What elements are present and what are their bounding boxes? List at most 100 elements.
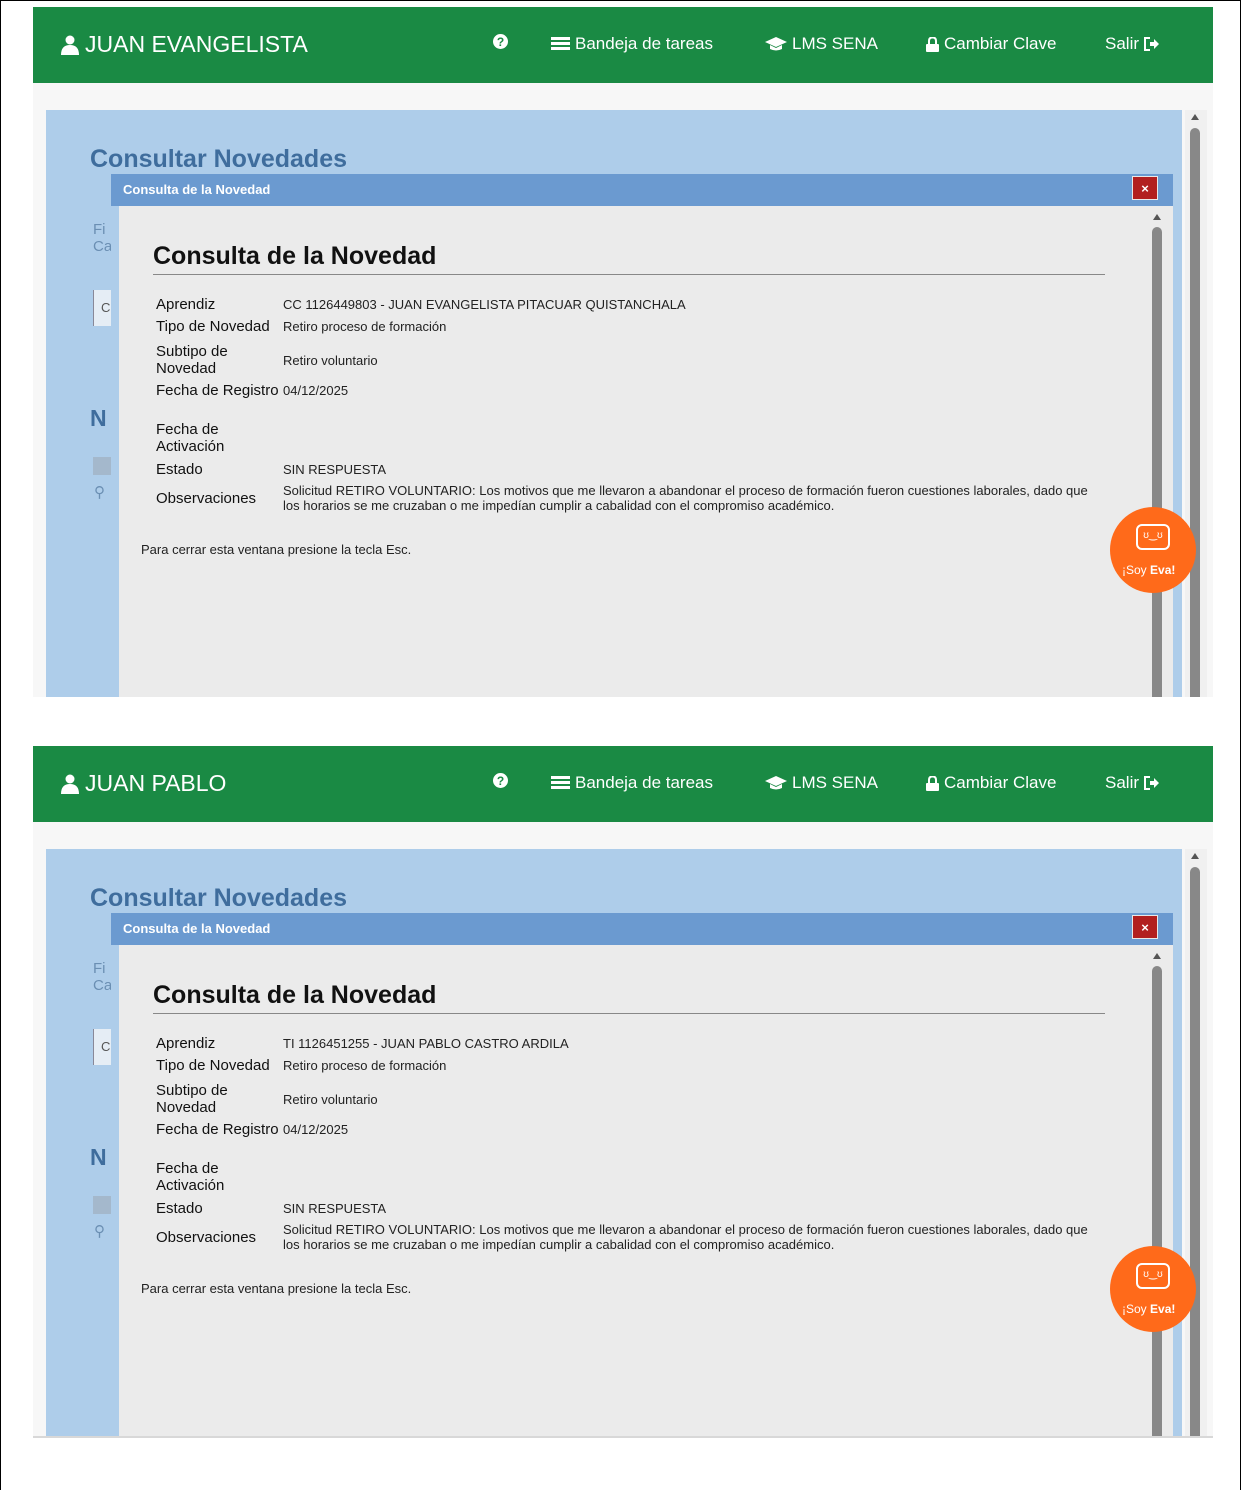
- nav-tasks-label: Bandeja de tareas: [575, 773, 713, 792]
- field-value: 04/12/2025: [283, 383, 349, 398]
- scroll-up-icon[interactable]: [1153, 214, 1161, 220]
- close-icon[interactable]: ×: [1132, 915, 1158, 939]
- help-button[interactable]: ?: [493, 34, 508, 49]
- nav-logout-label: Salir: [1105, 773, 1140, 792]
- question-circle-icon: ?: [493, 34, 508, 49]
- dialog-title: Consulta de la Novedad: [123, 921, 271, 936]
- sign-out-icon: [1144, 37, 1160, 51]
- search-icon: ⚲: [94, 484, 105, 501]
- background-fragment: C: [101, 1039, 111, 1054]
- field-tipo: Tipo de Novedad Retiro proceso de formac…: [156, 318, 1116, 335]
- field-estado: Estado SIN RESPUESTA: [156, 1200, 1116, 1217]
- field-value: SIN RESPUESTA: [283, 462, 387, 477]
- dialog-title: Consulta de la Novedad: [123, 182, 271, 197]
- novedad-dialog: Consulta de la Novedad × Consulta de la …: [111, 174, 1173, 697]
- robot-icon: ʊ‿ʊ: [1136, 524, 1170, 550]
- help-button[interactable]: ?: [493, 773, 508, 788]
- field-label: Observaciones: [156, 1228, 257, 1246]
- field-registro: Fecha de Registro 04/12/2025: [156, 1121, 1116, 1138]
- nav-tasks[interactable]: Bandeja de tareas: [551, 34, 713, 54]
- sign-out-icon: [1144, 776, 1160, 790]
- user-menu[interactable]: JUAN EVANGELISTA: [61, 31, 308, 58]
- user-name: JUAN PABLO: [85, 770, 227, 796]
- field-activacion: Fecha de Activación: [156, 1160, 1116, 1194]
- nav-tasks-label: Bandeja de tareas: [575, 34, 713, 53]
- nav-lms[interactable]: LMS SENA: [765, 773, 878, 793]
- search-icon: ⚲: [94, 1223, 105, 1240]
- field-value: Retiro proceso de formación: [283, 319, 447, 334]
- field-tipo: Tipo de Novedad Retiro proceso de formac…: [156, 1057, 1116, 1074]
- user-name: JUAN EVANGELISTA: [85, 31, 308, 57]
- scroll-thumb[interactable]: [1152, 966, 1162, 1436]
- field-label: Fecha de Activación: [156, 421, 225, 455]
- field-label: Fecha de Activación: [156, 1160, 225, 1194]
- assistant-eva-button[interactable]: ʊ‿ʊ ¡Soy Eva!: [1110, 1246, 1196, 1332]
- scroll-thumb[interactable]: [1190, 867, 1200, 1436]
- background-fragment: N: [90, 1144, 107, 1170]
- scroll-thumb[interactable]: [1190, 128, 1200, 697]
- field-label: Aprendiz: [156, 296, 216, 313]
- field-value: Retiro proceso de formación: [283, 1058, 447, 1073]
- nav-lms-label: LMS SENA: [792, 34, 878, 53]
- field-value: Retiro voluntario: [283, 352, 378, 368]
- nav-tasks[interactable]: Bandeja de tareas: [551, 773, 713, 793]
- background-fragment: Fi: [93, 960, 106, 977]
- nav-logout[interactable]: Salir: [1105, 34, 1160, 54]
- assistant-eva-button[interactable]: ʊ‿ʊ ¡Soy Eva!: [1110, 507, 1196, 593]
- dialog-header[interactable]: Consulta de la Novedad ×: [111, 913, 1173, 945]
- field-label: Fecha de Registro: [156, 1121, 279, 1138]
- lock-icon: [926, 775, 939, 791]
- nav-logout-label: Salir: [1105, 34, 1140, 53]
- field-label: Fecha de Registro: [156, 382, 279, 399]
- top-navbar: JUAN PABLO ? Bandeja de tareas LMS SENA …: [33, 746, 1213, 822]
- field-label: Aprendiz: [156, 1035, 216, 1052]
- lock-icon: [926, 36, 939, 52]
- esc-note: Para cerrar esta ventana presione la tec…: [141, 542, 412, 557]
- dialog-scrollbar[interactable]: [1149, 953, 1165, 1436]
- nav-password[interactable]: Cambiar Clave: [926, 773, 1056, 793]
- robot-icon: ʊ‿ʊ: [1136, 1263, 1170, 1289]
- field-value: Solicitud RETIRO VOLUNTARIO: Los motivos…: [283, 483, 1088, 513]
- field-value: Retiro voluntario: [283, 1091, 378, 1107]
- field-aprendiz: Aprendiz CC 1126449803 - JUAN EVANGELIST…: [156, 296, 1116, 313]
- esc-note: Para cerrar esta ventana presione la tec…: [141, 1281, 412, 1296]
- close-icon[interactable]: ×: [1132, 176, 1158, 200]
- field-label: Estado: [156, 461, 203, 478]
- content-heading: Consulta de la Novedad: [153, 981, 1105, 1014]
- frame-border-left: [0, 0, 1, 1490]
- user-icon: [61, 35, 79, 55]
- field-observaciones: Observaciones Solicitud RETIRO VOLUNTARI…: [156, 483, 1116, 513]
- field-subtipo: Subtipo de Novedad Retiro voluntario: [156, 343, 1116, 377]
- background-block: [93, 1196, 111, 1214]
- scroll-thumb[interactable]: [1152, 227, 1162, 697]
- background-block: [93, 457, 111, 475]
- scroll-up-icon[interactable]: [1191, 853, 1199, 859]
- novedad-dialog: Consulta de la Novedad × Consulta de la …: [111, 913, 1173, 1436]
- nav-lms[interactable]: LMS SENA: [765, 34, 878, 54]
- nav-password[interactable]: Cambiar Clave: [926, 34, 1056, 54]
- field-label: Tipo de Novedad: [156, 1057, 270, 1074]
- field-value: TI 1126451255 - JUAN PABLO CASTRO ARDILA: [283, 1036, 569, 1051]
- assistant-label: ¡Soy Eva!: [1122, 563, 1176, 577]
- nav-logout[interactable]: Salir: [1105, 773, 1160, 793]
- top-navbar: JUAN EVANGELISTA ? Bandeja de tareas LMS…: [33, 7, 1213, 83]
- nav-lms-label: LMS SENA: [792, 773, 878, 792]
- page-scrollbar[interactable]: [1185, 110, 1207, 697]
- scroll-up-icon[interactable]: [1153, 953, 1161, 959]
- field-aprendiz: Aprendiz TI 1126451255 - JUAN PABLO CAST…: [156, 1035, 1116, 1052]
- field-label: Observaciones: [156, 489, 257, 507]
- nav-password-label: Cambiar Clave: [944, 34, 1057, 53]
- field-value: SIN RESPUESTA: [283, 1201, 387, 1216]
- background-fragment: Fi: [93, 221, 106, 238]
- dialog-header[interactable]: Consulta de la Novedad ×: [111, 174, 1173, 206]
- field-value: CC 1126449803 - JUAN EVANGELISTA PITACUA…: [283, 297, 686, 312]
- screenshot-2: JUAN PABLO ? Bandeja de tareas LMS SENA …: [33, 746, 1213, 1438]
- frame-border-top: [0, 0, 1241, 1]
- page-title: Consultar Novedades: [90, 884, 348, 912]
- background-fragment: Ca: [93, 238, 113, 255]
- background-fragment: Ca: [93, 977, 113, 994]
- scroll-up-icon[interactable]: [1191, 114, 1199, 120]
- user-menu[interactable]: JUAN PABLO: [61, 770, 226, 797]
- page-scrollbar[interactable]: [1185, 849, 1207, 1436]
- dialog-scrollbar[interactable]: [1149, 214, 1165, 697]
